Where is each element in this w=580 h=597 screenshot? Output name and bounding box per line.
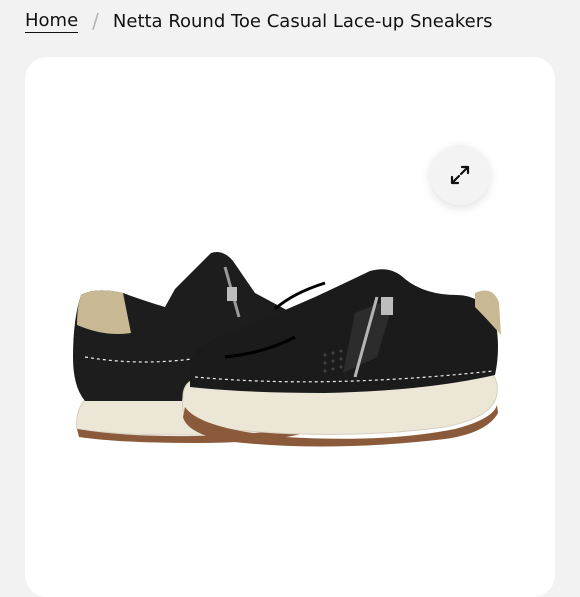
expand-arrows-icon [450,165,470,185]
breadcrumb: Home / Netta Round Toe Casual Lace-up Sn… [25,8,493,34]
breadcrumb-separator: / [92,9,99,33]
expand-image-button[interactable] [430,145,490,205]
breadcrumb-home-link[interactable]: Home [25,10,79,33]
breadcrumb-current-page: Netta Round Toe Casual Lace-up Sneakers [112,10,493,32]
product-image-card [25,57,555,597]
product-image [73,252,501,447]
